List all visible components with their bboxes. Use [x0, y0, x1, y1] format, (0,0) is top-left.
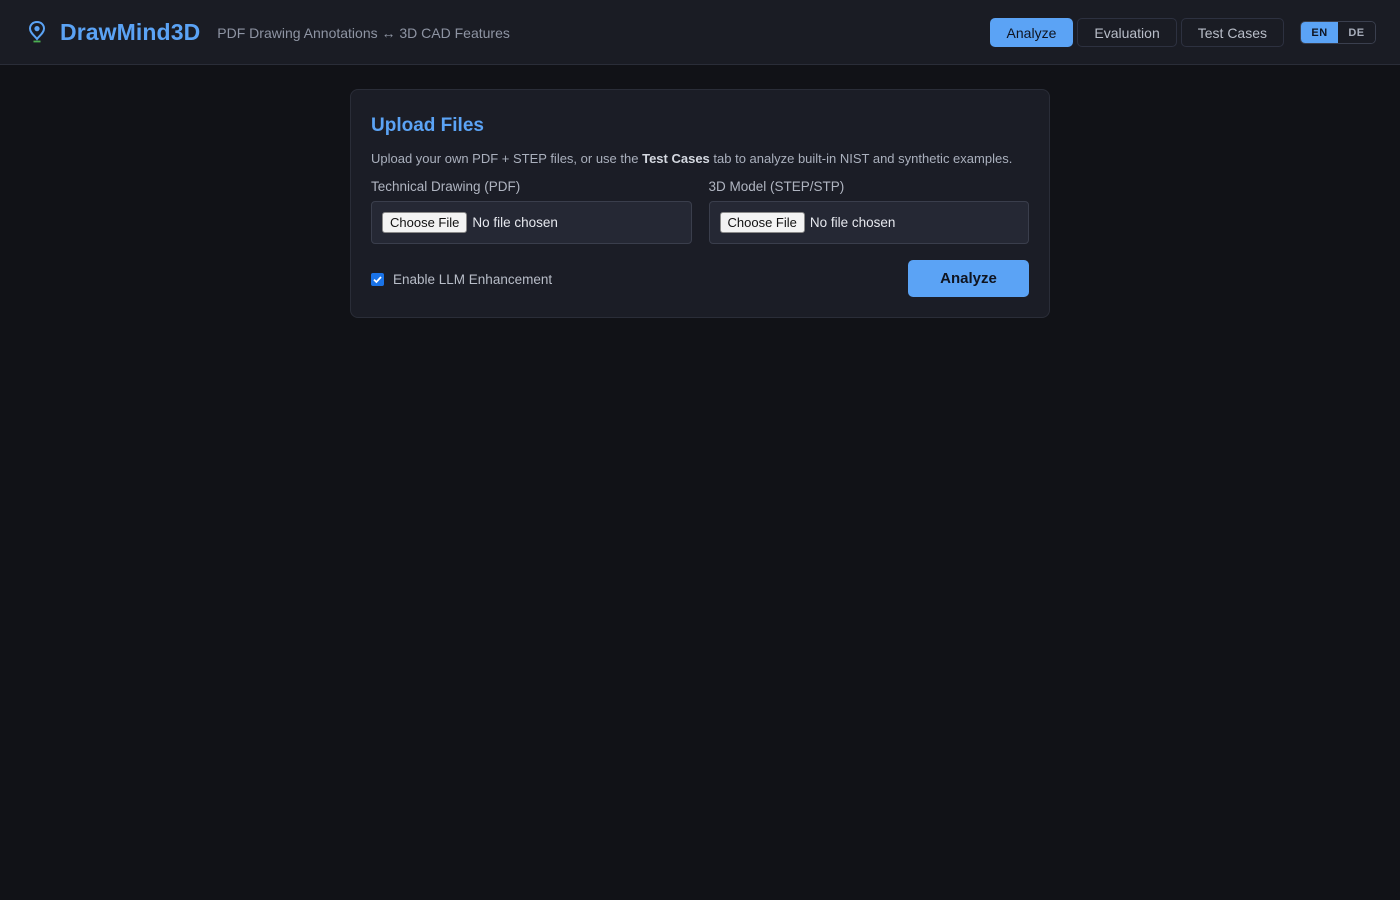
step-field: 3D Model (STEP/STP) Choose File No file … — [708, 179, 1029, 244]
upload-card: Upload Files Upload your own PDF + STEP … — [350, 89, 1050, 318]
step-label: 3D Model (STEP/STP) — [708, 179, 845, 194]
upload-title: Upload Files — [371, 115, 484, 136]
main-nav: Analyze Evaluation Test Cases — [989, 18, 1284, 47]
llm-label: Enable LLM Enhancement — [393, 272, 553, 287]
pdf-file-input[interactable]: Choose File No file chosen — [371, 201, 692, 244]
step-file-input[interactable]: Choose File No file chosen — [708, 201, 1029, 244]
tab-analyze[interactable]: Analyze — [989, 18, 1074, 47]
step-choose-file-button[interactable]: Choose File — [719, 212, 805, 233]
tab-evaluation[interactable]: Evaluation — [1077, 18, 1177, 47]
upload-description: Upload your own PDF + STEP files, or use… — [371, 151, 1029, 166]
app-subtitle: PDF Drawing Annotations ↔ 3D CAD Feature… — [217, 25, 510, 41]
language-switcher: EN DE — [1300, 21, 1376, 44]
desc-text-end: tab to analyze built-in NIST and synthet… — [709, 151, 1013, 166]
upload-fields: Technical Drawing (PDF) Choose File No f… — [371, 179, 1029, 244]
pdf-field: Technical Drawing (PDF) Choose File No f… — [371, 179, 692, 244]
app-title: DrawMind3D — [60, 18, 201, 45]
checkmark-icon — [373, 276, 382, 284]
llm-checkbox[interactable] — [371, 273, 384, 286]
pdf-label: Technical Drawing (PDF) — [371, 179, 521, 194]
pdf-choose-file-button[interactable]: Choose File — [382, 212, 468, 233]
lang-en-button[interactable]: EN — [1301, 22, 1338, 43]
desc-text: Upload your own PDF + STEP files, or use… — [371, 151, 643, 166]
step-file-status: No file chosen — [809, 215, 896, 230]
pdf-file-status: No file chosen — [472, 215, 558, 230]
top-bar: DrawMind3D PDF Drawing Annotations ↔ 3D … — [0, 0, 1400, 65]
location-pin-icon — [28, 20, 48, 44]
analyze-button[interactable]: Analyze — [908, 260, 1029, 297]
action-row: Enable LLM Enhancement Analyze — [371, 260, 1029, 297]
llm-enhancement-toggle[interactable]: Enable LLM Enhancement — [371, 272, 552, 287]
lang-de-button[interactable]: DE — [1338, 22, 1375, 43]
desc-test-cases-emphasis: Test Cases — [642, 151, 710, 166]
tab-test-cases[interactable]: Test Cases — [1180, 18, 1284, 47]
